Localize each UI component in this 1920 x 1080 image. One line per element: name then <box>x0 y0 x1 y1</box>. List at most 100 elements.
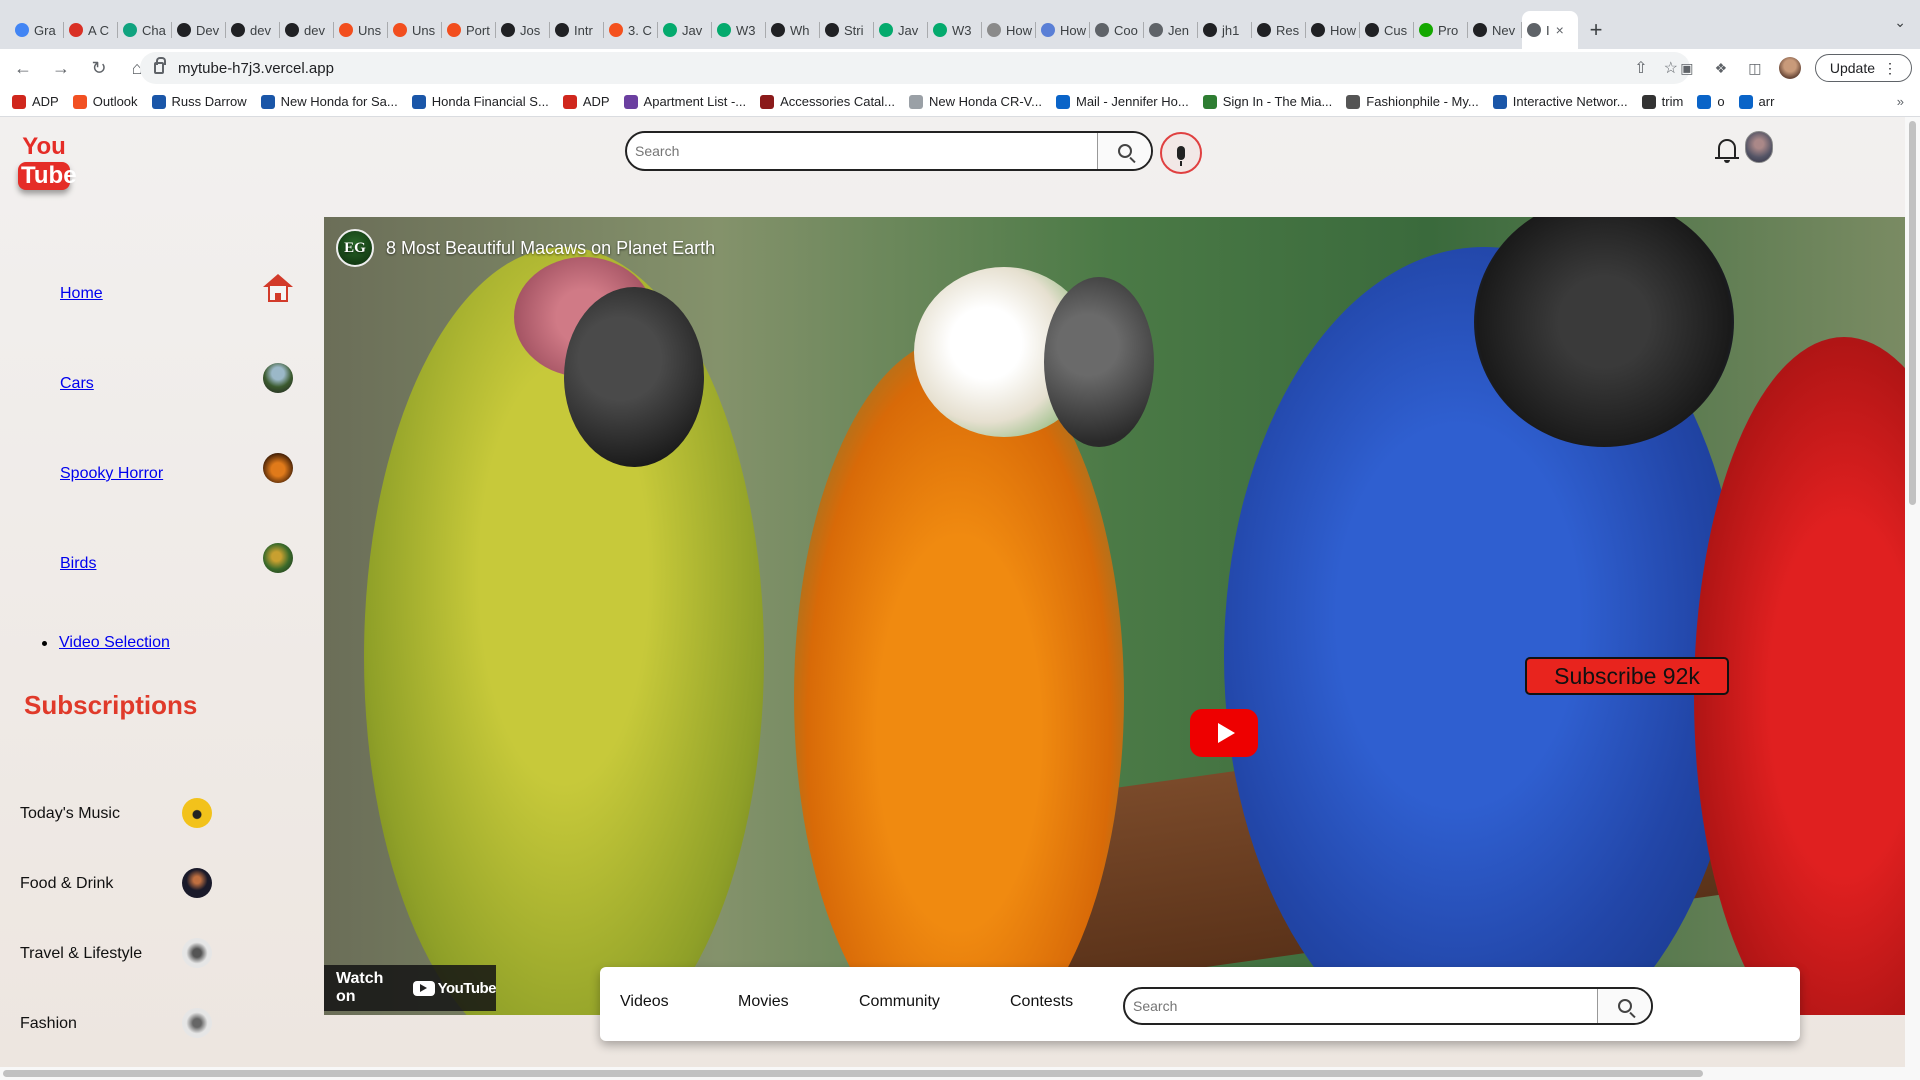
browser-tab[interactable]: dev <box>226 11 280 49</box>
vertical-scrollbar[interactable] <box>1905 117 1920 1067</box>
channel-avatar[interactable]: EG <box>336 229 374 267</box>
browser-tab[interactable]: Nev <box>1468 11 1522 49</box>
browser-tab[interactable]: Jav <box>658 11 712 49</box>
subscription-fashion[interactable]: Fashion <box>20 1015 77 1033</box>
browser-tab[interactable]: I × <box>1522 11 1578 49</box>
browser-tab[interactable]: Stri <box>820 11 874 49</box>
bookmark-item[interactable]: ADP <box>562 94 610 109</box>
horizontal-scrollbar[interactable] <box>0 1067 1920 1080</box>
back-icon[interactable]: ← <box>8 53 38 83</box>
browser-tab[interactable]: Wh <box>766 11 820 49</box>
update-button[interactable]: Update ⋮ <box>1814 54 1912 82</box>
bookmark-item[interactable]: ADP <box>12 94 59 109</box>
browser-tab[interactable]: How <box>982 11 1036 49</box>
bookmark-item[interactable]: trim <box>1641 94 1683 109</box>
video-title[interactable]: 8 Most Beautiful Macaws on Planet Earth <box>386 238 715 259</box>
tab-label: dev <box>250 22 271 38</box>
new-tab-button[interactable]: + <box>1578 11 1614 49</box>
gear-icon <box>555 23 569 37</box>
browser-tab[interactable]: dev <box>280 11 334 49</box>
bookmark-label: Mail - Jennifer Ho... <box>1075 94 1189 109</box>
bookmark-item[interactable]: Accessories Catal... <box>760 94 895 109</box>
browser-tab[interactable]: Gra <box>10 11 64 49</box>
bookmark-item[interactable]: arr <box>1738 94 1774 109</box>
avatar[interactable] <box>1745 131 1773 163</box>
subscription-todays-music[interactable]: Today's Music <box>20 805 120 823</box>
bell-icon[interactable] <box>1715 137 1739 163</box>
browser-tab[interactable]: W3 <box>712 11 766 49</box>
sidebar-item-birds[interactable]: Birds <box>60 555 96 573</box>
bookmark-item[interactable]: Honda Financial S... <box>411 94 549 109</box>
bookmark-item[interactable]: Interactive Networ... <box>1492 94 1628 109</box>
bookmark-item[interactable]: Fashionphile - My... <box>1346 94 1479 109</box>
browser-tab[interactable]: Res <box>1252 11 1306 49</box>
browser-tab[interactable]: Uns <box>334 11 388 49</box>
subscription-travel-lifestyle[interactable]: Travel & Lifestyle <box>20 945 142 963</box>
google-icon <box>15 23 29 37</box>
nav-link-community[interactable]: Community <box>859 993 940 1011</box>
browser-tab[interactable]: A C <box>64 11 118 49</box>
header-search-input[interactable] <box>627 133 1097 169</box>
browser-tab[interactable]: Uns <box>388 11 442 49</box>
nav-link-movies[interactable]: Movies <box>738 993 789 1011</box>
bookmark-item[interactable]: Apartment List -... <box>623 94 746 109</box>
bookmarks-overflow-icon[interactable]: » <box>1897 94 1904 109</box>
bird-thumb-icon <box>263 543 293 573</box>
bookmark-item[interactable]: o <box>1697 94 1725 109</box>
side-panel-icon[interactable]: ◫ <box>1745 58 1765 78</box>
browser-tab[interactable]: Pro <box>1414 11 1468 49</box>
bookmark-item[interactable]: Russ Darrow <box>151 94 247 109</box>
browser-tab[interactable]: Cha <box>118 11 172 49</box>
puzzle-icon[interactable]: ❖ <box>1711 58 1731 78</box>
browser-tab[interactable]: 3. C <box>604 11 658 49</box>
forward-icon[interactable]: → <box>46 53 76 83</box>
browser-tab[interactable]: Jav <box>874 11 928 49</box>
nav-link-videos[interactable]: Videos <box>620 993 669 1011</box>
close-tab-icon[interactable]: × <box>1556 22 1564 38</box>
bookmark-item[interactable]: New Honda for Sa... <box>260 94 398 109</box>
watch-on-youtube[interactable]: Watch on YouTube <box>324 965 497 1011</box>
browser-tab[interactable]: How <box>1306 11 1360 49</box>
subscription-food-drink[interactable]: Food & Drink <box>20 875 113 893</box>
browser-tab[interactable]: Intr <box>550 11 604 49</box>
browser-profile-avatar[interactable] <box>1778 57 1801 79</box>
pumpkin-thumb-icon <box>263 453 293 483</box>
share-icon[interactable]: ⇧ <box>1634 58 1647 78</box>
browser-tab[interactable]: Coo <box>1090 11 1144 49</box>
subscribe-button[interactable]: Subscribe 92k <box>1525 657 1729 695</box>
browser-tab[interactable]: Cus <box>1360 11 1414 49</box>
header-search-button[interactable] <box>1097 133 1151 169</box>
globe-icon <box>1149 23 1163 37</box>
mytube-logo[interactable]: You Tube <box>18 133 77 190</box>
tab-label: Wh <box>790 22 810 38</box>
sidebar-item-home[interactable]: Home <box>60 285 103 303</box>
browser-tab[interactable]: jh1 <box>1198 11 1252 49</box>
address-bar[interactable]: mytube-h7j3.vercel.app ⇧ ☆ <box>140 52 1690 84</box>
video-player[interactable]: EG 8 Most Beautiful Macaws on Planet Ear… <box>324 217 1905 1015</box>
browser-tab[interactable]: Jos <box>496 11 550 49</box>
browser-tab[interactable]: Port <box>442 11 496 49</box>
bottom-search-button[interactable] <box>1597 989 1651 1023</box>
sidebar-item-cars[interactable]: Cars <box>60 375 94 393</box>
bookmark-item[interactable]: Outlook <box>72 94 138 109</box>
bookmark-item[interactable]: Mail - Jennifer Ho... <box>1055 94 1189 109</box>
video-title-bar[interactable]: EG 8 Most Beautiful Macaws on Planet Ear… <box>336 229 715 267</box>
tm-icon <box>1041 23 1055 37</box>
browser-tab[interactable]: Jen <box>1144 11 1198 49</box>
extension-badge-icon[interactable]: ▣ <box>1677 58 1697 78</box>
star-icon[interactable]: ☆ <box>1664 58 1678 78</box>
browser-tab[interactable]: W3 <box>928 11 982 49</box>
sidebar-item-spooky-horror[interactable]: Spooky Horror <box>60 465 163 483</box>
play-button[interactable] <box>1190 709 1258 757</box>
browser-tab[interactable]: Dev <box>172 11 226 49</box>
bottom-search-input[interactable] <box>1125 989 1597 1023</box>
video-selection-link[interactable]: Video Selection <box>59 634 170 652</box>
bookmark-item[interactable]: Sign In - The Mia... <box>1202 94 1332 109</box>
mic-button[interactable] <box>1160 132 1202 174</box>
browser-tab[interactable]: How <box>1036 11 1090 49</box>
bookmark-item[interactable]: New Honda CR-V... <box>909 94 1042 109</box>
video-selection-item[interactable]: Video Selection <box>42 634 170 652</box>
nav-link-contests[interactable]: Contests <box>1010 993 1073 1011</box>
reload-icon[interactable]: ↻ <box>84 53 114 83</box>
tab-search-icon[interactable]: ⌄ <box>1894 14 1906 31</box>
